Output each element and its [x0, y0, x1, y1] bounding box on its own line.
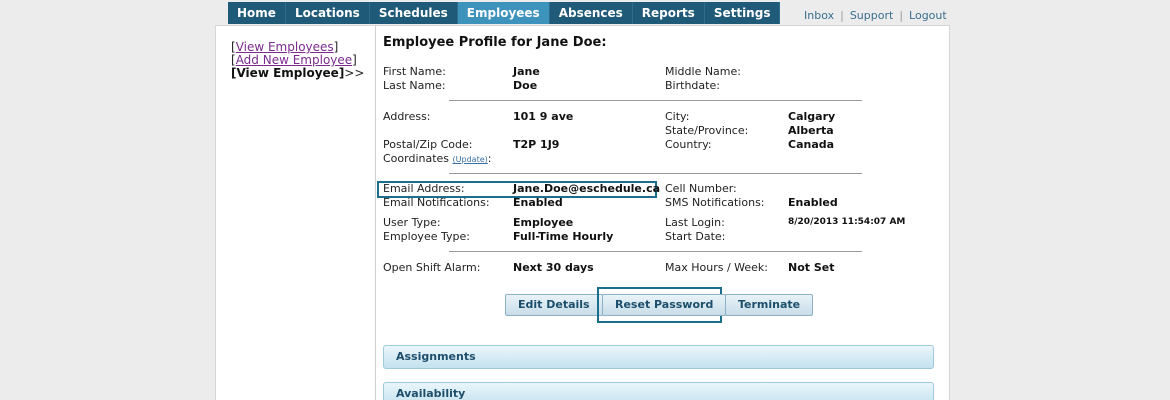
open-shift-label: Open Shift Alarm:: [383, 261, 481, 274]
email-value: Jane.Doe@eschedule.ca: [513, 182, 661, 195]
country-label: Country:: [665, 138, 712, 151]
first-name-label: First Name:: [383, 65, 446, 78]
view-employees-link[interactable]: View Employees: [236, 40, 334, 54]
reset-password-button[interactable]: Reset Password: [602, 294, 727, 316]
start-date-label: Start Date:: [665, 230, 726, 243]
user-type-value: Employee: [513, 216, 574, 229]
add-new-employee-link[interactable]: Add New Employee: [236, 53, 352, 67]
email-notifications-value: Enabled: [513, 196, 563, 209]
profile-content: Employee Profile for Jane Doe: First Nam…: [377, 26, 949, 400]
main-nav: Home Locations Schedules Employees Absen…: [228, 2, 781, 24]
assignments-section-header[interactable]: Assignments: [383, 345, 934, 369]
postal-value: T2P 1J9: [513, 138, 560, 151]
state-value: Alberta: [788, 124, 834, 137]
sidebar: [View Employees] [Add New Employee] [Vie…: [231, 40, 365, 80]
section-divider: [449, 173, 862, 174]
edit-details-button[interactable]: Edit Details: [505, 294, 603, 316]
section-divider: [449, 251, 862, 252]
separator: |: [840, 9, 844, 22]
state-label: State/Province:: [665, 124, 749, 137]
employee-type-value: Full-Time Hourly: [513, 230, 614, 243]
nav-reports[interactable]: Reports: [633, 2, 705, 24]
postal-label: Postal/Zip Code:: [383, 138, 473, 151]
update-coordinates-link[interactable]: (Update): [453, 155, 488, 164]
divider: [375, 26, 376, 400]
address-value: 101 9 ave: [513, 110, 574, 123]
nav-locations[interactable]: Locations: [286, 2, 370, 24]
top-links: Inbox | Support | Logout: [804, 9, 947, 22]
terminate-button[interactable]: Terminate: [725, 294, 814, 316]
nav-home[interactable]: Home: [228, 2, 286, 24]
nav-schedules[interactable]: Schedules: [370, 2, 458, 24]
nav-absences[interactable]: Absences: [550, 2, 633, 24]
last-login-value: 8/20/2013 11:54:07 AM: [788, 217, 906, 227]
sms-label: SMS Notifications:: [665, 196, 765, 209]
max-hours-value: Not Set: [788, 261, 835, 274]
last-login-label: Last Login:: [665, 216, 725, 229]
employee-type-label: Employee Type:: [383, 230, 470, 243]
page-title: Employee Profile for Jane Doe:: [383, 35, 607, 50]
max-hours-label: Max Hours / Week:: [665, 261, 769, 274]
inbox-link[interactable]: Inbox: [804, 9, 834, 22]
email-notifications-label: Email Notifications:: [383, 196, 490, 209]
nav-settings[interactable]: Settings: [705, 2, 781, 24]
city-label: City:: [665, 110, 690, 123]
birthdate-label: Birthdate:: [665, 79, 720, 92]
support-link[interactable]: Support: [850, 9, 893, 22]
view-employee-current: View Employee: [236, 66, 339, 80]
last-name-label: Last Name:: [383, 79, 446, 92]
email-label: Email Address:: [383, 182, 465, 195]
coordinates-label: Coordinates (Update):: [383, 152, 492, 165]
open-shift-value: Next 30 days: [513, 261, 594, 274]
city-value: Calgary: [788, 110, 836, 123]
section-divider: [449, 100, 862, 101]
country-value: Canada: [788, 138, 835, 151]
middle-name-label: Middle Name:: [665, 65, 741, 78]
cell-label: Cell Number:: [665, 182, 737, 195]
main-panel: [View Employees] [Add New Employee] [Vie…: [215, 25, 950, 400]
sms-value: Enabled: [788, 196, 838, 209]
last-name-value: Doe: [513, 79, 538, 92]
address-label: Address:: [383, 110, 431, 123]
availability-section-header[interactable]: Availability: [383, 382, 934, 400]
nav-employees[interactable]: Employees: [457, 2, 550, 24]
user-type-label: User Type:: [383, 216, 441, 229]
first-name-value: Jane: [513, 65, 540, 78]
breadcrumb-arrow: >>: [344, 66, 365, 80]
logout-link[interactable]: Logout: [909, 9, 947, 22]
separator: |: [899, 9, 904, 22]
